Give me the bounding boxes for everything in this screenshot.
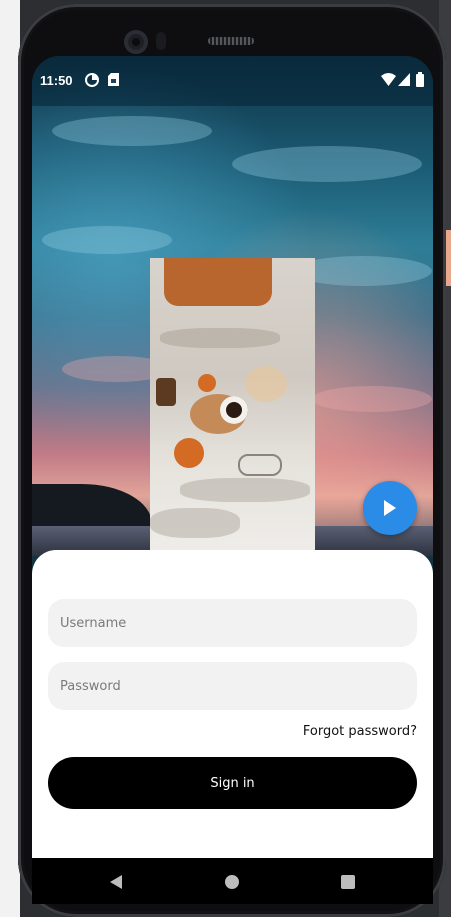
cloud xyxy=(232,146,422,182)
battery-icon xyxy=(416,72,424,87)
wifi-icon xyxy=(381,73,396,86)
earpiece-speaker xyxy=(208,37,254,45)
status-time: 11:50 xyxy=(40,73,73,88)
login-sheet: Forgot password? Sign in xyxy=(32,550,433,904)
cloud xyxy=(42,226,172,254)
nav-home-button[interactable] xyxy=(225,875,239,889)
data-saver-icon xyxy=(85,73,99,87)
pillow xyxy=(164,258,272,306)
cloud xyxy=(52,116,212,146)
blanket-fold xyxy=(160,328,280,348)
autumn-leaf xyxy=(198,374,216,392)
forgot-password-link[interactable]: Forgot password? xyxy=(303,724,417,739)
cell-signal-icon xyxy=(398,73,410,86)
play-icon xyxy=(384,500,396,516)
proximity-sensor xyxy=(156,32,166,50)
glass-teapot xyxy=(245,366,287,402)
password-input[interactable] xyxy=(48,662,417,710)
device-screen: 11:50 Forgot password? Sign in xyxy=(32,56,433,904)
navigation-bar xyxy=(32,858,433,904)
front-camera xyxy=(124,30,148,54)
coffee-cup xyxy=(220,396,248,424)
breakfast-photo xyxy=(150,258,315,554)
back-icon xyxy=(110,875,122,889)
play-button[interactable] xyxy=(363,481,417,535)
nav-recents-button[interactable] xyxy=(341,875,355,889)
username-input[interactable] xyxy=(48,599,417,647)
background-left xyxy=(0,0,20,917)
sim-card-icon xyxy=(108,73,119,86)
status-bar: 11:50 xyxy=(32,56,433,106)
sign-in-button[interactable]: Sign in xyxy=(48,757,417,809)
eyeglasses xyxy=(238,454,282,476)
blanket-fold xyxy=(150,508,240,538)
candle xyxy=(156,378,176,406)
cloud xyxy=(312,386,432,412)
nav-back-button[interactable] xyxy=(108,874,124,890)
blanket-fold xyxy=(180,478,310,502)
autumn-leaf xyxy=(174,438,204,468)
